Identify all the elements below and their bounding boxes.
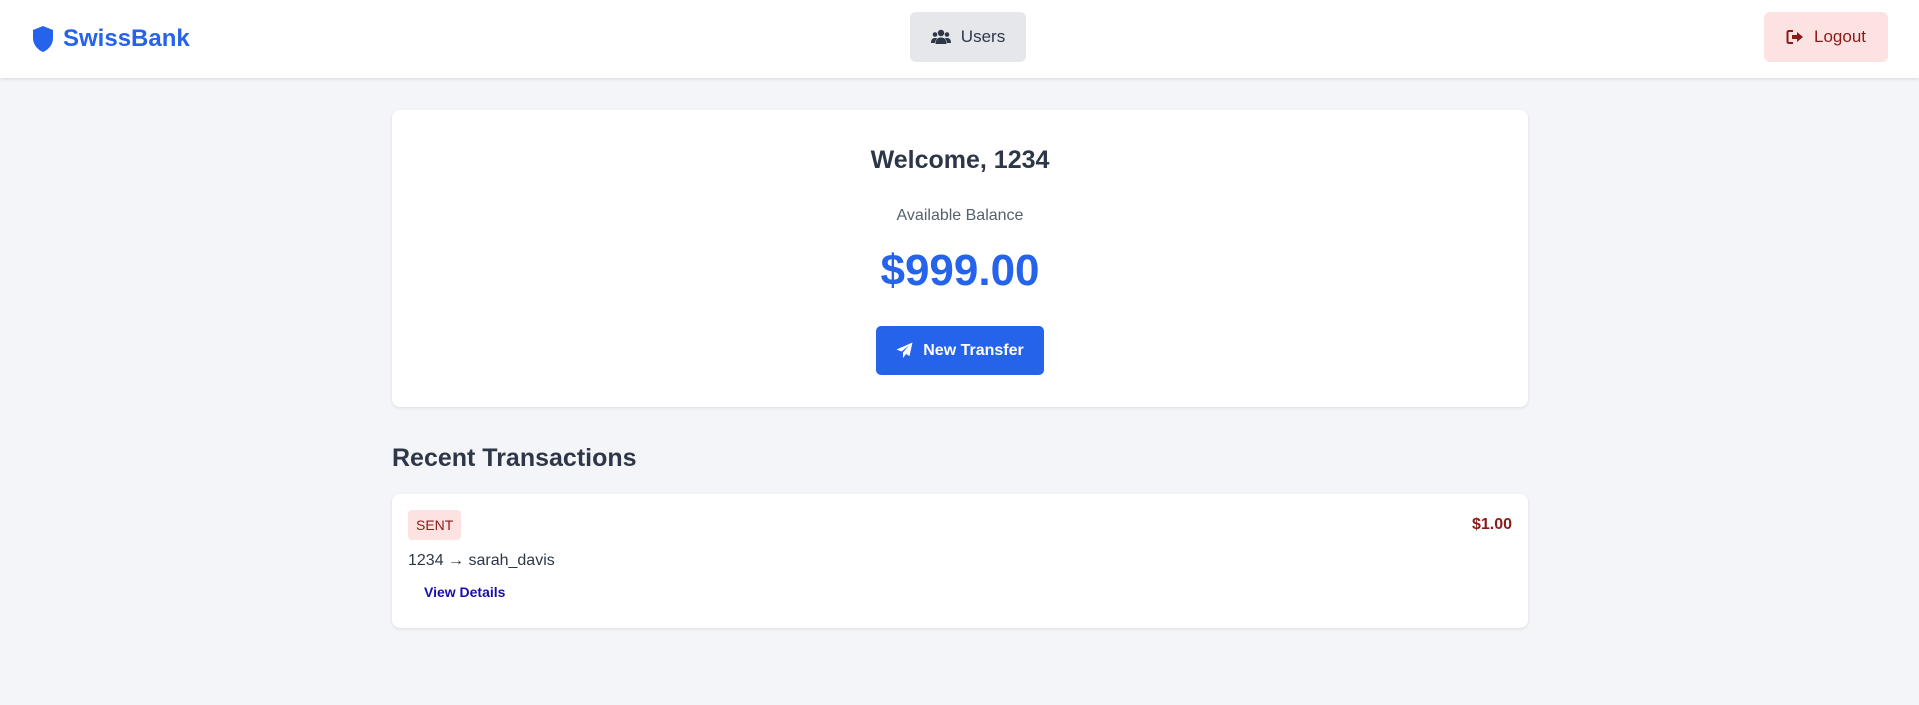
recent-transactions-heading: Recent Transactions <box>392 444 637 472</box>
transaction-amount: $1.00 <box>1471 516 1512 533</box>
brand-name: SwissBank <box>63 25 190 52</box>
new-transfer-label: New Transfer <box>923 341 1024 359</box>
paper-plane-icon <box>896 342 913 358</box>
users-icon <box>930 29 951 44</box>
transaction-card: SENT $1.00 1234 → sarah_davis View Detai… <box>392 494 1528 628</box>
transaction-type-badge: SENT <box>408 510 462 540</box>
users-label: Users <box>960 27 1006 46</box>
logout-button[interactable]: Logout <box>1764 12 1888 62</box>
top-navbar: SwissBank Users Logout <box>0 0 1919 78</box>
balance-card: Welcome, 1234 Available Balance $999.00 … <box>392 110 1528 407</box>
balance-label: Available Balance <box>896 207 1024 224</box>
users-button[interactable]: Users <box>910 12 1026 62</box>
balance-amount: $999.00 <box>880 246 1040 295</box>
new-transfer-button[interactable]: New Transfer <box>876 326 1044 375</box>
brand-logo[interactable]: SwissBank <box>31 24 190 54</box>
transaction-parties: 1234 → sarah_davis <box>408 552 555 569</box>
welcome-heading: Welcome, 1234 <box>870 146 1050 174</box>
shield-icon <box>33 26 53 52</box>
logout-label: Logout <box>1814 27 1866 46</box>
sign-out-icon <box>1786 30 1803 44</box>
view-details-link[interactable]: View Details <box>424 584 505 600</box>
